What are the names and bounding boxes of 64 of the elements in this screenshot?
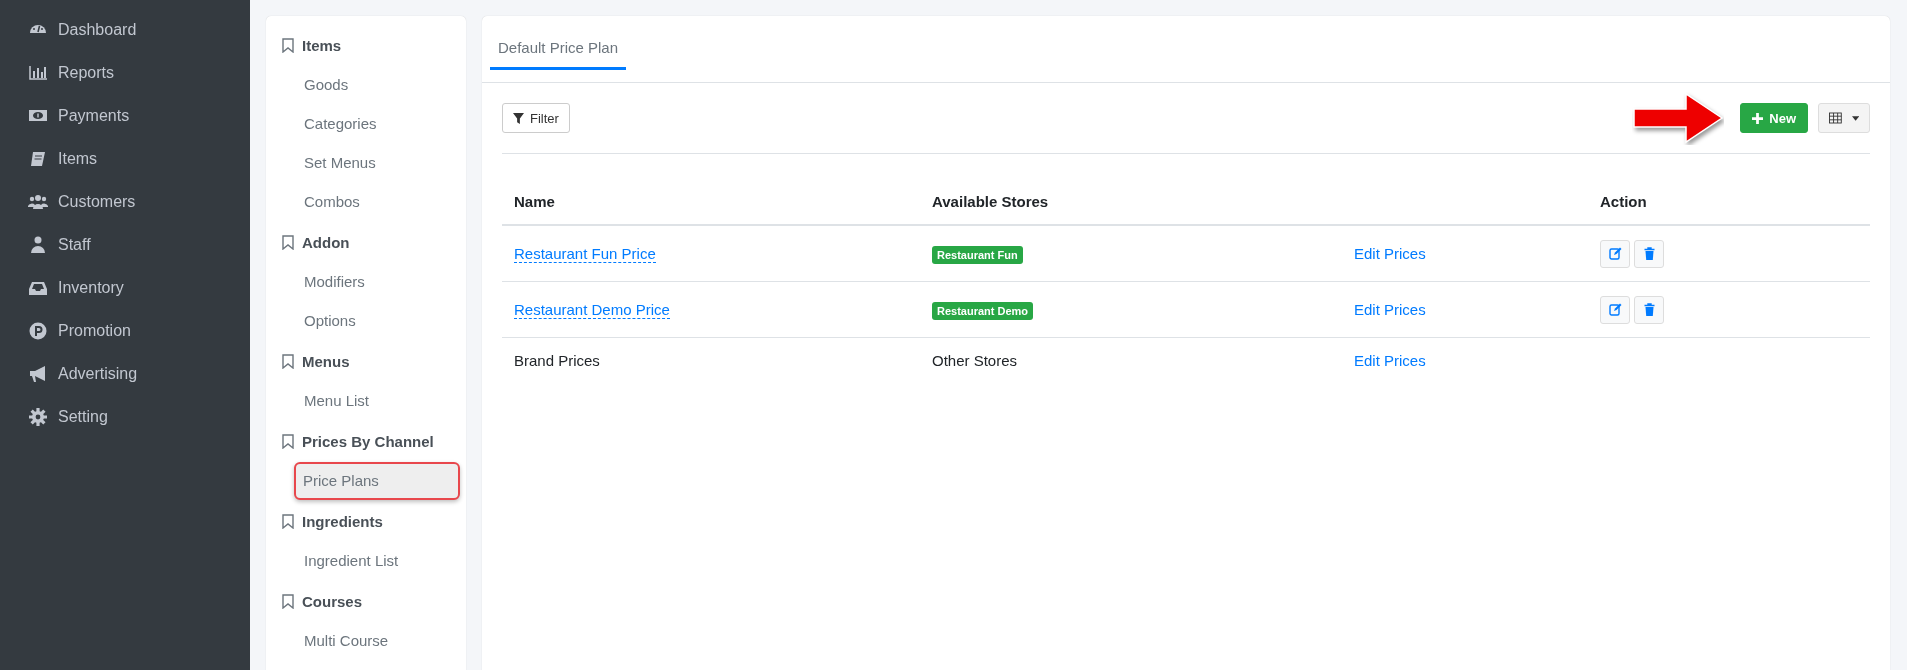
section-heading: Ingredients [302,512,383,530]
bookmark-icon [282,37,294,53]
plus-icon [1752,112,1764,124]
trash-icon [1642,303,1656,316]
edit-prices-link[interactable]: Edit Prices [1354,301,1426,318]
sidebar-item[interactable]: Items [0,137,250,180]
price-plan-link[interactable]: Restaurant Demo Price [514,301,670,319]
sidebar-item[interactable]: Staff [0,223,250,266]
table-icon [1829,112,1842,124]
section-heading: Items [302,36,342,54]
submenu-item[interactable]: Ingredient List [296,542,460,580]
submenu-item[interactable]: Menu List [296,382,460,420]
delete-button[interactable] [1634,239,1664,268]
coin-icon [28,320,48,341]
bookmark-icon [282,433,294,449]
table-cell-text: Brand Prices [514,352,600,369]
submenu-item[interactable]: Multi Course [296,622,460,660]
sidebar-item[interactable]: Dashboard [0,8,250,51]
person-icon [28,234,48,255]
table-view-dropdown[interactable] [1818,103,1870,133]
edit-prices-link[interactable]: Edit Prices [1354,352,1426,369]
trash-icon [1642,247,1656,260]
submenu-item[interactable]: Options [296,302,460,340]
sidebar-item[interactable]: Payments [0,94,250,137]
bookmark-icon [282,593,294,609]
submenu-item[interactable]: Combos [296,183,460,221]
price-plan-link[interactable]: Restaurant Fun Price [514,245,656,263]
edit-button[interactable] [1600,239,1630,268]
section-heading: Menus [302,352,350,370]
edit-icon [1608,247,1622,260]
sidebar-item[interactable]: Customers [0,180,250,223]
filter-icon [513,112,524,124]
bookmark-icon [282,234,294,250]
section-heading: Courses [302,592,363,610]
submenu-item[interactable]: Modifiers [296,263,460,301]
sidebar-item[interactable]: Reports [0,51,250,94]
filter-button[interactable]: Filter [502,103,570,133]
column-header: Action [1600,193,1647,210]
section-heading: Prices By Channel [302,432,434,450]
submenu-item[interactable]: Goods [296,66,460,104]
table-cell-text: Other Stores [932,352,1018,369]
edit-icon [1608,303,1622,316]
bookmark-icon [282,353,294,369]
store-badge: Restaurant Fun [932,246,1023,264]
sidebar-item[interactable]: Inventory [0,266,250,309]
submenu-item[interactable]: Price Plans [294,462,460,500]
tab[interactable]: Default Price Plan [490,39,627,70]
sidebar-item[interactable]: Promotion [0,309,250,352]
sidebar-item[interactable]: Setting [0,395,250,438]
edit-button[interactable] [1600,295,1630,324]
megaphone-icon [28,363,48,384]
submenu-item[interactable]: Set Menus [296,144,460,182]
store-badge: Restaurant Demo [932,302,1034,320]
delete-button[interactable] [1634,295,1664,324]
bookmark-icon [282,513,294,529]
new-button[interactable]: New [1740,103,1808,133]
column-header: Name [514,193,555,210]
gear-icon [28,406,48,427]
caret-icon [1851,115,1859,121]
submenu-item[interactable]: Categories [296,105,460,143]
column-header: Available Stores [932,193,1049,210]
sidebar-item[interactable]: Advertising [0,352,250,395]
section-heading: Addon [302,233,350,251]
edit-prices-link[interactable]: Edit Prices [1354,245,1426,262]
